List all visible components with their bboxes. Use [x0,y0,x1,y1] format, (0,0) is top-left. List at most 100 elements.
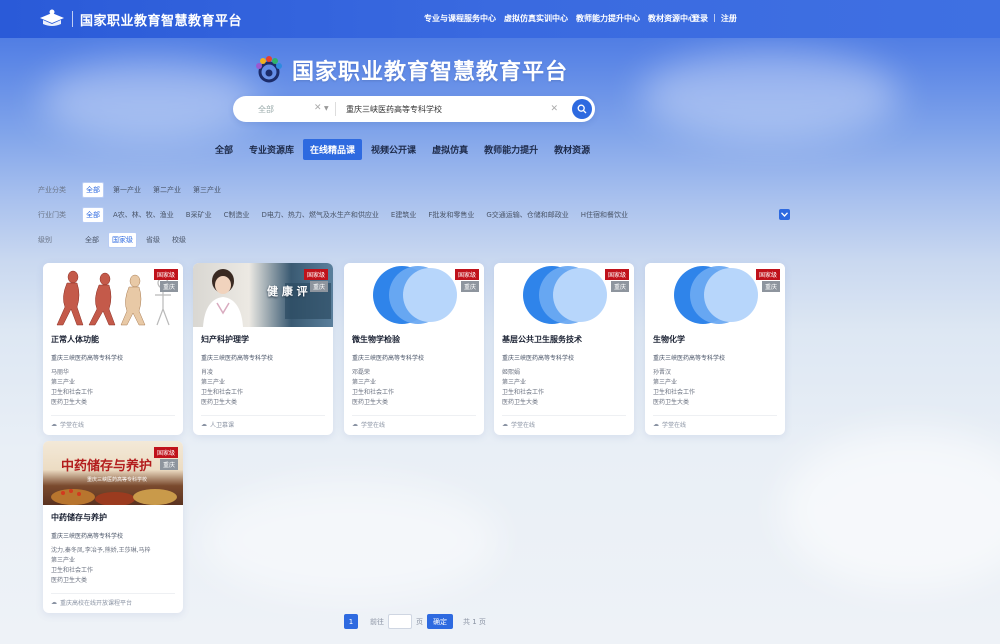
filter-option[interactable]: 第一产业 [110,183,144,197]
filter-option[interactable]: D电力、热力、燃气及水生产和供应业 [259,208,382,222]
course-teacher: 邓磊荣 [352,369,371,376]
expand-filters-button[interactable] [779,209,790,220]
tab-virtual-sim[interactable]: 虚拟仿真 [425,139,475,160]
region-badge: 重庆 [159,459,178,470]
filter-option[interactable]: C制造业 [221,208,253,222]
tab-open-video[interactable]: 视频公开课 [364,139,423,160]
national-level-badge: 国家级 [454,269,479,280]
search-scope-select[interactable]: 全部 ✕ ▼ [233,96,335,122]
course-industry: 第三产业 [502,379,527,386]
page-number[interactable]: 1 [344,614,358,629]
course-title: 微生物学检验 [352,335,400,344]
filter-option[interactable]: 全部 [82,207,104,223]
national-level-badge: 国家级 [604,269,629,280]
filter-option[interactable]: 全部 [82,233,102,247]
filter-option[interactable]: A农、林、牧、渔业 [110,208,177,222]
scope-value: 全部 [258,104,274,114]
filter-option[interactable]: H住宿和餐饮业 [578,208,631,222]
filter-option[interactable]: B采矿业 [183,208,215,222]
register-link[interactable]: 注册 [721,13,737,24]
filter-industry: 行业门类 全部 A农、林、牧、渔业 B采矿业 C制造业 D电力、热力、燃气及水生… [38,207,637,223]
top-nav: 专业与课程服务中心 虚拟仿真实训中心 教师能力提升中心 教材资源中心 [424,13,696,24]
goto-page-input[interactable] [388,614,412,629]
region-badge: 重庆 [309,281,328,292]
chevron-down-icon [781,212,788,217]
national-level-badge: 国家级 [303,269,328,280]
course-title: 生物化学 [653,335,685,344]
resource-tabs: 全部 专业资源库 在线精品课 视频公开课 虚拟仿真 教师能力提升 教材资源 [208,139,599,160]
region-badge: 重庆 [460,281,479,292]
course-cover-image: 国家级 重庆 [645,263,785,327]
filter-option[interactable]: 全部 [82,182,104,198]
filter-industry-category: 产业分类 全部 第一产业 第二产业 第三产业 [38,182,230,198]
national-level-badge: 国家级 [755,269,780,280]
national-level-badge: 国家级 [153,447,178,458]
tab-online-courses[interactable]: 在线精品课 [303,139,363,160]
filter-label: 产业分类 [38,186,66,194]
course-title: 中药储存与养护 [51,513,107,522]
course-category: 医药卫生大类 [51,577,88,584]
hero-header: 国家职业教育智慧教育平台 [254,54,568,86]
platform-name: 学堂在线 [60,422,85,429]
course-teacher: 马丽华 [51,369,70,376]
search-button[interactable] [572,99,592,119]
filter-option[interactable]: 国家级 [108,232,137,248]
course-card[interactable]: 健 康 评 国家级 重庆 妇产科护理学 重庆三峡医药高等专科学校 肖凌 第三产业… [193,263,333,435]
tab-textbooks[interactable]: 教材资源 [547,139,597,160]
filter-label: 级别 [38,236,52,244]
course-teacher: 肖凌 [201,369,214,376]
filter-option[interactable]: G交通运输、仓储和邮政业 [483,208,571,222]
pagination: 1 前往 页 确定 共 1 页 [344,614,486,629]
filter-option[interactable]: F批发和零售业 [425,208,477,222]
course-school: 重庆三峡医药高等专科学校 [352,355,425,362]
course-platform: ☁ 学堂在线 [51,415,175,435]
goto-prefix: 前往 [370,617,384,626]
platform-name: 人卫慕课 [210,422,235,429]
search-input[interactable] [336,97,551,121]
course-card[interactable]: 中药储存与养护 重庆三峡医药高等专科学校 国家级 重庆 中药储存与养护 重庆三峡… [43,441,183,613]
filter-option[interactable]: 省级 [143,233,163,247]
region-badge: 重庆 [159,281,178,292]
nav-teacher-center[interactable]: 教师能力提升中心 [576,13,640,24]
course-school: 重庆三峡医药高等专科学校 [653,355,726,362]
logo-divider [72,11,73,27]
course-card[interactable]: 国家级 重庆 生物化学 重庆三峡医药高等专科学校 孙晋汉 第三产业 卫生和社会工… [645,263,785,435]
national-level-badge: 国家级 [153,269,178,280]
clear-scope-icon[interactable]: ✕ [314,103,322,113]
nav-major-course-center[interactable]: 专业与课程服务中心 [424,13,496,24]
course-teacher: 孙晋汉 [653,369,672,376]
course-sector: 卫生和社会工作 [51,389,94,396]
site-logo[interactable]: 国家职业教育智慧教育平台 [38,9,242,29]
nav-virtual-sim-center[interactable]: 虚拟仿真实训中心 [504,13,568,24]
search-icon [577,104,587,114]
auth-divider: | [713,13,716,22]
course-teacher: 沈力,秦冬凤,李冶予,熊娇,王莎琳,马梓 [51,547,151,554]
course-sector: 卫生和社会工作 [51,567,94,574]
goto-confirm-button[interactable]: 确定 [427,614,453,629]
filter-option[interactable]: 校级 [169,233,189,247]
top-navbar: 国家职业教育智慧教育平台 专业与课程服务中心 虚拟仿真实训中心 教师能力提升中心… [0,0,1000,38]
course-school: 重庆三峡医药高等专科学校 [51,355,124,362]
tab-all[interactable]: 全部 [208,139,240,160]
course-cover-image: 中药储存与养护 重庆三峡医药高等专科学校 国家级 重庆 [43,441,183,505]
course-card[interactable]: 国家级 重庆 正常人体功能 重庆三峡医药高等专科学校 马丽华 第三产业 卫生和社… [43,263,183,435]
tab-teacher-ability[interactable]: 教师能力提升 [477,139,545,160]
clear-search-icon[interactable]: ✕ [550,104,558,114]
course-platform: ☁ 学堂在线 [502,415,626,435]
course-card[interactable]: 国家级 重庆 基层公共卫生服务技术 重庆三峡医药高等专科学校 姬熙娟 第三产业 … [494,263,634,435]
tab-resource-library[interactable]: 专业资源库 [242,139,301,160]
filter-option[interactable]: E建筑业 [388,208,419,222]
course-title: 基层公共卫生服务技术 [502,335,582,344]
course-cover-image: 健 康 评 国家级 重庆 [193,263,333,327]
cover-caption: 中药储存与养护 [61,459,153,474]
nav-textbook-center[interactable]: 教材资源中心 [648,13,696,24]
login-link[interactable]: 登录 [692,13,708,24]
course-category: 医药卫生大类 [51,399,88,406]
filter-option[interactable]: 第二产业 [150,183,184,197]
cover-subcaption: 重庆三峡医药高等专科学校 [87,477,148,483]
course-card[interactable]: 国家级 重庆 微生物学检验 重庆三峡医药高等专科学校 邓磊荣 第三产业 卫生和社… [344,263,484,435]
cloud-icon: ☁ [653,421,659,428]
course-title: 妇产科护理学 [201,335,249,344]
filter-option[interactable]: 第三产业 [190,183,224,197]
course-category: 医药卫生大类 [502,399,539,406]
